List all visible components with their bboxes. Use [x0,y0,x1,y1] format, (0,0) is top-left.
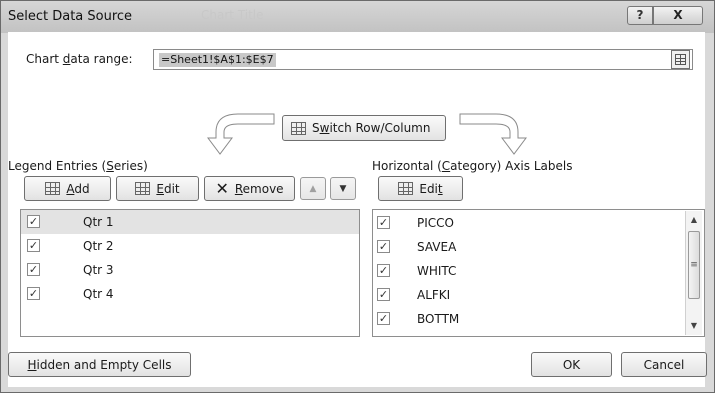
add-series-label: Add [66,181,90,196]
list-item[interactable]: ✓ Qtr 2 [21,234,359,258]
category-name: BOTTM [417,312,460,326]
range-select-icon [675,54,686,65]
scroll-thumb[interactable]: ≡ [688,231,700,299]
category-checkbox[interactable]: ✓ [377,240,390,253]
switch-row-column-label: Switch Row/Column [312,121,431,135]
series-name: Qtr 2 [83,239,114,253]
chart-data-range-input[interactable]: =Sheet1!$A$1:$E$7 [153,49,693,70]
category-name: ALFKI [417,288,451,302]
table-edit-icon [135,182,151,195]
title-bar: Select Data Source Chart Title ? X [1,1,714,33]
list-item[interactable]: ✓ Qtr 3 [21,258,359,282]
series-name: Qtr 3 [83,263,114,277]
scroll-down-icon[interactable]: ▼ [686,317,702,334]
hidden-empty-cells-button[interactable]: Hidden and Empty Cells [8,352,191,377]
series-checkbox[interactable]: ✓ [27,239,40,252]
table-add-icon [45,182,61,195]
series-checkbox[interactable]: ✓ [27,215,40,228]
remove-series-label: Remove [234,181,284,196]
collapse-dialog-button[interactable] [671,50,690,69]
list-item[interactable]: ✓ SAVEA [373,235,685,259]
list-item[interactable]: ✓ BOTTM [373,307,685,331]
move-up-button[interactable]: ▲ [300,177,326,200]
switch-row-column-icon [291,121,306,135]
list-item[interactable]: ✓ Qtr 4 [21,282,359,306]
edit-category-label: Edit [419,181,443,196]
list-item[interactable]: ✓ PICCO [373,211,685,235]
dialog-title: Select Data Source [8,9,133,24]
edit-series-button[interactable]: Edit [116,176,199,201]
edit-series-label: Edit [156,181,180,196]
category-list[interactable]: ✓ PICCO ✓ SAVEA ✓ WHITC ✓ ALFKI ✓ BOTTM [372,209,705,337]
series-list[interactable]: ✓ Qtr 1 ✓ Qtr 2 ✓ Qtr 3 ✓ Qtr 4 [20,209,360,337]
category-checkbox[interactable]: ✓ [377,264,390,277]
category-name: WHITC [417,264,457,278]
category-name: PICCO [417,216,454,230]
list-item[interactable]: ✓ ALFKI [373,283,685,307]
category-checkbox[interactable]: ✓ [377,288,390,301]
table-edit-icon [398,182,414,195]
category-name: SAVEA [417,240,457,254]
list-item[interactable]: ✓ WHITC [373,259,685,283]
cancel-button[interactable]: Cancel [621,352,707,377]
series-checkbox[interactable]: ✓ [27,263,40,276]
move-down-button[interactable]: ▼ [330,177,356,200]
category-checkbox[interactable]: ✓ [377,312,390,325]
list-item[interactable]: ✓ Qtr 1 [21,210,359,234]
remove-series-button[interactable]: ✕ Remove [204,176,295,201]
chart-data-range-value: =Sheet1!$A$1:$E$7 [159,53,276,67]
close-button[interactable]: X [653,6,703,25]
help-button[interactable]: ? [627,6,653,25]
series-checkbox[interactable]: ✓ [27,287,40,300]
x-icon: ✕ [215,178,229,198]
ok-button[interactable]: OK [531,352,612,377]
curved-arrow-right-icon [459,113,527,155]
category-checkbox[interactable]: ✓ [377,216,390,229]
background-chart-title: Chart Title [201,8,264,22]
chart-data-range-label: Chart data range: [26,52,133,66]
legend-entries-label: Legend Entries (Series) [8,159,148,173]
category-axis-labels-label: Horizontal (Category) Axis Labels [372,159,573,173]
hidden-empty-cells-label: Hidden and Empty Cells [27,357,172,372]
switch-row-column-button[interactable]: Switch Row/Column [282,115,446,141]
series-name: Qtr 1 [83,215,114,229]
series-name: Qtr 4 [83,287,114,301]
category-list-scrollbar[interactable]: ▲ ≡ ▼ [685,211,702,335]
scroll-up-icon[interactable]: ▲ [686,211,702,228]
add-series-button[interactable]: Add [24,176,111,201]
curved-arrow-left-icon [207,113,275,155]
edit-category-button[interactable]: Edit [378,176,463,201]
